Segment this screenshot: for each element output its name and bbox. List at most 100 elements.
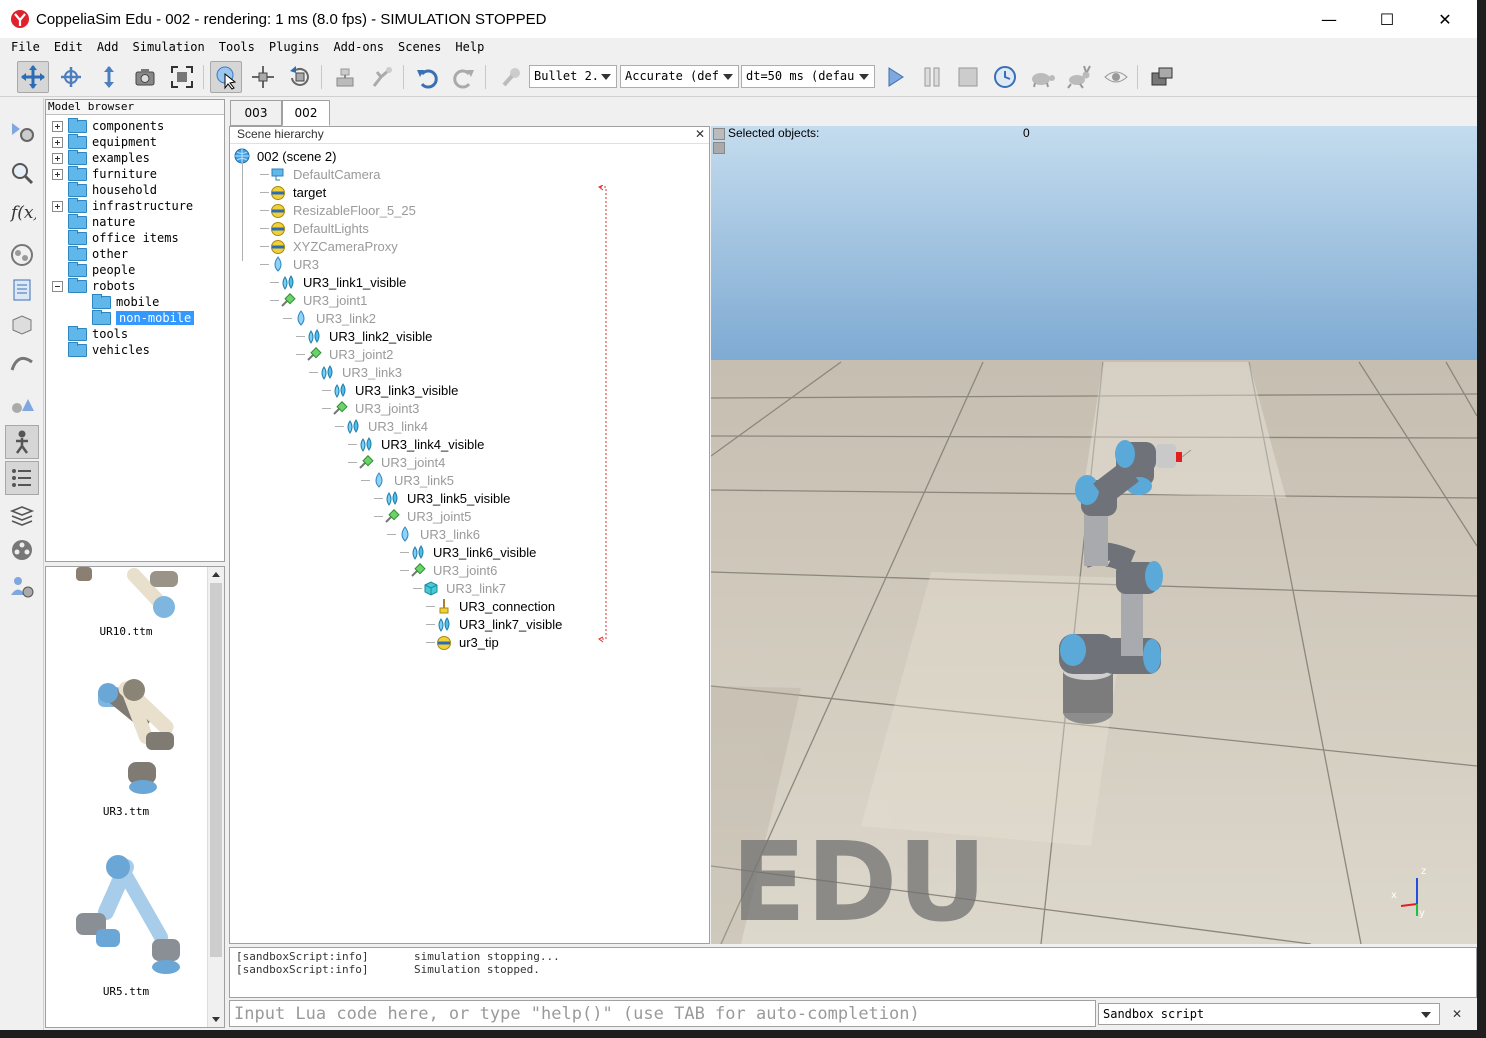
minimize-button[interactable]: — xyxy=(1300,0,1358,38)
hierarchy-item[interactable]: UR3_link3 xyxy=(319,363,402,381)
object-rotate-button[interactable] xyxy=(284,61,316,93)
expand-plus-icon[interactable] xyxy=(52,168,63,180)
hierarchy-item[interactable]: UR3_link4 xyxy=(345,417,428,435)
video-recorder-button[interactable] xyxy=(5,533,39,567)
scrollbar-thumb[interactable] xyxy=(210,583,222,957)
camera-shift-button[interactable] xyxy=(93,61,125,93)
clear-console-button[interactable]: ✕ xyxy=(1448,1005,1466,1023)
viewport-info-toggle-2[interactable] xyxy=(713,142,725,154)
calculation-modules-button[interactable]: f(x) xyxy=(5,194,39,228)
transfer-dna-button[interactable] xyxy=(366,61,398,93)
3d-viewport[interactable]: EDU z x y Selected objects: 0 xyxy=(711,126,1477,944)
thumbnails-scrollbar[interactable] xyxy=(207,567,224,1027)
start-simulation-button[interactable] xyxy=(879,61,911,93)
hierarchy-item[interactable]: XYZCameraProxy xyxy=(270,237,398,255)
menu-tools[interactable]: Tools xyxy=(219,40,255,54)
object-list-button[interactable] xyxy=(5,461,39,495)
hierarchy-item[interactable]: DefaultCamera xyxy=(270,165,380,183)
hierarchy-item[interactable]: ResizableFloor_5_25 xyxy=(270,201,416,219)
model-folder-item[interactable]: household xyxy=(52,181,157,198)
assemble-button[interactable] xyxy=(329,61,361,93)
hierarchy-item[interactable]: UR3_link3_visible xyxy=(332,381,458,399)
collapse-minus-icon[interactable] xyxy=(52,280,63,292)
model-folder-item[interactable]: nature xyxy=(52,213,135,230)
verify-button[interactable] xyxy=(496,61,528,93)
simulation-settings-button[interactable] xyxy=(5,114,39,148)
layers-button[interactable] xyxy=(5,498,39,532)
model-folder-item[interactable]: mobile xyxy=(76,293,159,310)
menu-edit[interactable]: Edit xyxy=(54,40,83,54)
menu-help[interactable]: Help xyxy=(455,40,484,54)
expand-plus-icon[interactable] xyxy=(52,200,63,212)
realtime-mode-button[interactable] xyxy=(989,61,1021,93)
tab-scene-002[interactable]: 002 xyxy=(282,100,330,126)
hierarchy-item[interactable]: UR3_link1_visible xyxy=(280,273,406,291)
model-folder-item[interactable]: infrastructure xyxy=(52,197,193,214)
path-edit-button[interactable] xyxy=(5,345,39,379)
undo-button[interactable] xyxy=(411,61,443,93)
model-folder-item[interactable]: examples xyxy=(52,149,150,166)
hierarchy-item[interactable]: UR3_link6_visible xyxy=(410,543,536,561)
hierarchy-item[interactable]: UR3_joint4 xyxy=(358,453,445,471)
faster-button[interactable] xyxy=(1063,61,1095,93)
hierarchy-item[interactable]: UR3_link5_visible xyxy=(384,489,510,507)
maximize-button[interactable]: ☐ xyxy=(1358,0,1416,38)
model-folder-item[interactable]: robots xyxy=(52,277,135,294)
close-button[interactable]: ✕ xyxy=(1416,0,1474,38)
physics-engine-select[interactable]: Bullet 2. xyxy=(529,65,617,88)
hierarchy-item[interactable]: UR3_link4_visible xyxy=(358,435,484,453)
hierarchy-item[interactable]: ur3_tip xyxy=(436,633,499,651)
page-selector-button[interactable] xyxy=(1146,61,1178,93)
menu-simulation[interactable]: Simulation xyxy=(133,40,205,54)
tab-scene-003[interactable]: 003 xyxy=(230,100,282,126)
menu-add[interactable]: Add xyxy=(97,40,119,54)
model-folder-item[interactable]: other xyxy=(52,245,128,262)
menu-file[interactable]: File xyxy=(11,40,40,54)
camera-angle-button[interactable] xyxy=(129,61,161,93)
scroll-up-icon[interactable] xyxy=(212,572,220,577)
redo-button[interactable] xyxy=(448,61,480,93)
timestep-select[interactable]: dt=50 ms (defau xyxy=(741,65,875,88)
scripts-button[interactable] xyxy=(5,156,39,190)
shape-edit-button[interactable] xyxy=(5,308,39,342)
hierarchy-item[interactable]: 002 (scene 2) xyxy=(234,147,337,165)
hierarchy-item[interactable]: UR3_connection xyxy=(436,597,555,615)
selection-button[interactable] xyxy=(5,273,39,307)
close-hierarchy-icon[interactable]: ✕ xyxy=(695,127,705,141)
hierarchy-item[interactable]: DefaultLights xyxy=(270,219,369,237)
ur10-thumbnail[interactable] xyxy=(76,567,178,618)
scene-hierarchy-toggle-button[interactable] xyxy=(5,425,39,459)
ur3-thumbnail[interactable] xyxy=(98,679,174,794)
hierarchy-item[interactable]: UR3_joint6 xyxy=(410,561,497,579)
menu-addons[interactable]: Add-ons xyxy=(333,40,384,54)
camera-rotate-button[interactable] xyxy=(55,61,87,93)
hierarchy-item[interactable]: UR3_link7 xyxy=(423,579,506,597)
hierarchy-item[interactable]: UR3_link6 xyxy=(397,525,480,543)
user-settings-button[interactable] xyxy=(5,570,39,604)
slower-button[interactable] xyxy=(1026,61,1058,93)
hierarchy-item[interactable]: UR3_joint2 xyxy=(306,345,393,363)
hierarchy-item[interactable]: UR3_link7_visible xyxy=(436,615,562,633)
stop-simulation-button[interactable] xyxy=(952,61,984,93)
status-console[interactable]: [sandboxScript:info] simulation stopping.… xyxy=(229,947,1477,998)
model-folder-item[interactable]: vehicles xyxy=(52,341,150,358)
model-folder-item[interactable]: components xyxy=(52,117,164,134)
scroll-down-icon[interactable] xyxy=(212,1017,220,1022)
script-target-select[interactable]: Sandbox script xyxy=(1098,1003,1440,1025)
object-shift-button[interactable] xyxy=(247,61,279,93)
model-browser-toggle-button[interactable] xyxy=(5,388,39,422)
lua-command-input[interactable]: Input Lua code here, or type "help()" (u… xyxy=(229,1000,1096,1027)
expand-plus-icon[interactable] xyxy=(52,152,63,164)
click-select-button[interactable] xyxy=(210,61,242,93)
hierarchy-item[interactable]: UR3_link2_visible xyxy=(306,327,432,345)
ur5-thumbnail[interactable] xyxy=(76,855,180,974)
viewport-info-toggle[interactable] xyxy=(713,128,725,140)
model-folder-item[interactable]: tools xyxy=(52,325,128,342)
fit-to-view-button[interactable] xyxy=(166,61,198,93)
menu-scenes[interactable]: Scenes xyxy=(398,40,441,54)
hierarchy-item[interactable]: UR3_joint1 xyxy=(280,291,367,309)
menu-plugins[interactable]: Plugins xyxy=(269,40,320,54)
hierarchy-item[interactable]: target xyxy=(270,183,326,201)
hierarchy-item[interactable]: UR3 xyxy=(270,255,319,273)
hierarchy-item[interactable]: UR3_link5 xyxy=(371,471,454,489)
